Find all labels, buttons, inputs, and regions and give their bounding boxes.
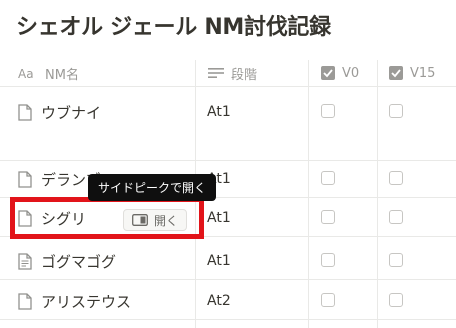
v15-checkbox[interactable] bbox=[389, 253, 403, 267]
v15-checkbox[interactable] bbox=[389, 293, 403, 307]
column-header-label: NM名 bbox=[45, 67, 79, 83]
text-property-icon: Aa bbox=[18, 67, 34, 80]
row-name: ウブナイ bbox=[41, 103, 102, 122]
page-title: シェオル ジェール NM討伐記録 bbox=[16, 15, 331, 40]
page-with-text-icon bbox=[18, 252, 32, 270]
table-row[interactable]: デランブ At1 bbox=[0, 162, 456, 198]
table-row[interactable]: ウブナイ At1 bbox=[0, 95, 456, 161]
select-property-icon bbox=[208, 68, 224, 78]
row-name-cell[interactable]: アリステウス bbox=[18, 284, 131, 318]
checkbox-property-icon bbox=[321, 66, 335, 80]
column-header-v15[interactable]: V15 bbox=[389, 60, 435, 86]
v0-checkbox[interactable] bbox=[321, 293, 335, 307]
highlight-box bbox=[10, 197, 204, 239]
row-name: ゴグマゴグ bbox=[41, 252, 117, 271]
v0-checkbox[interactable] bbox=[321, 210, 335, 224]
v15-checkbox[interactable] bbox=[389, 104, 403, 118]
table-row[interactable]: ゴグマゴグ At1 bbox=[0, 244, 456, 280]
column-header-label: V0 bbox=[342, 65, 360, 81]
row-stage: At1 bbox=[207, 104, 231, 120]
row-stage: At1 bbox=[207, 253, 231, 269]
column-header-stage[interactable]: 段階 bbox=[208, 60, 257, 86]
page-icon bbox=[18, 292, 32, 310]
column-header-label: 段階 bbox=[231, 67, 258, 83]
table-row[interactable]: アリステウス At2 bbox=[0, 284, 456, 320]
svg-text:Aa: Aa bbox=[18, 67, 34, 80]
v0-checkbox[interactable] bbox=[321, 104, 335, 118]
column-header-name[interactable]: Aa NM名 bbox=[18, 60, 79, 86]
page-icon bbox=[18, 103, 32, 121]
v0-checkbox[interactable] bbox=[321, 253, 335, 267]
row-name-cell[interactable]: ゴグマゴグ bbox=[18, 244, 116, 278]
checkbox-property-icon bbox=[389, 66, 403, 80]
v15-checkbox[interactable] bbox=[389, 210, 403, 224]
table-header: Aa NM名 段階 V0 V15 bbox=[0, 60, 456, 87]
row-stage: At1 bbox=[207, 210, 231, 226]
page-icon bbox=[18, 170, 32, 188]
row-name-cell[interactable]: ウブナイ bbox=[18, 95, 101, 129]
v15-checkbox[interactable] bbox=[389, 171, 403, 185]
v0-checkbox[interactable] bbox=[321, 171, 335, 185]
column-header-v0[interactable]: V0 bbox=[321, 60, 359, 86]
column-header-label: V15 bbox=[410, 65, 436, 81]
row-name: アリステウス bbox=[41, 292, 132, 311]
row-stage: At2 bbox=[207, 293, 231, 309]
side-peek-tooltip: サイドピークで開く bbox=[88, 174, 217, 201]
